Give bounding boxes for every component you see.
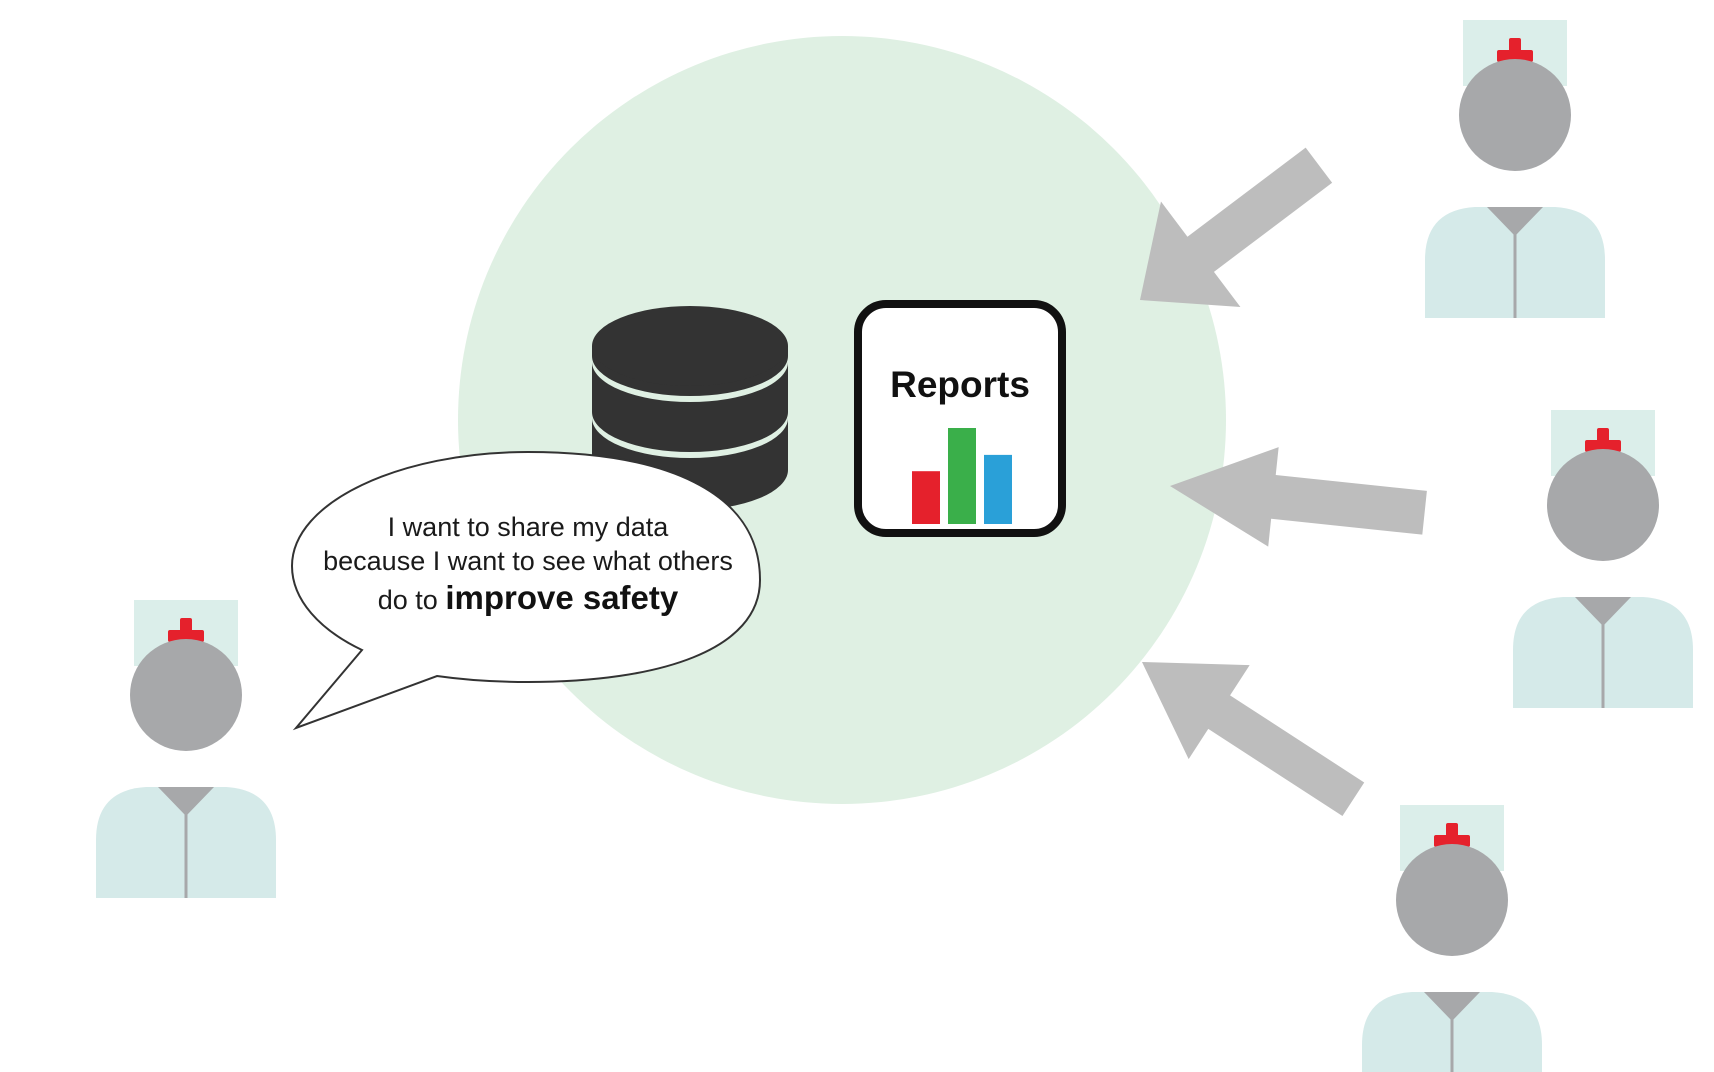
report-bar (984, 454, 1012, 524)
nurse-icon (1513, 410, 1693, 708)
arrow-icon (1142, 662, 1365, 817)
speech-line-3-prefix: do to (378, 585, 446, 615)
nurse-icon (96, 600, 276, 898)
shared-data-circle (458, 36, 1226, 804)
nurse-icon (1425, 20, 1605, 318)
data-sharing-diagram: Reports I want to share my data because … (96, 20, 1693, 1072)
reports-card: Reports (854, 300, 1066, 537)
report-bar (948, 428, 976, 524)
speech-line-2: because I want to see what others (323, 546, 733, 576)
nurse-icon (1362, 805, 1542, 1072)
reports-title: Reports (890, 364, 1030, 405)
speech-emphasis: improve safety (445, 579, 679, 616)
speech-line-1: I want to share my data (388, 512, 670, 542)
speech-line-3: do to improve safety (378, 579, 679, 616)
report-bar (912, 471, 940, 524)
